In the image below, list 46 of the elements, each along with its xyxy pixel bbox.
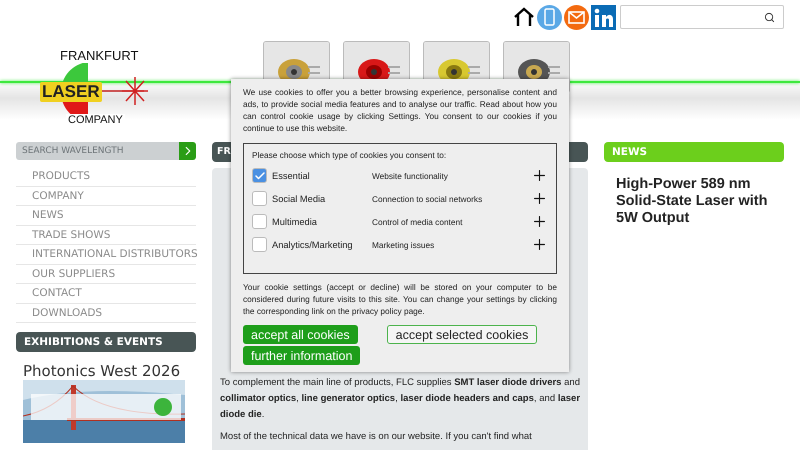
cookie-type-label: Analytics/Marketing xyxy=(272,240,354,250)
expand-icon[interactable] xyxy=(531,213,548,230)
nav-link[interactable]: NEWS xyxy=(16,206,196,226)
cookie-button[interactable]: further information xyxy=(243,346,360,365)
search-icon[interactable] xyxy=(764,12,775,22)
nav-link[interactable]: DOWNLOADS xyxy=(16,304,196,323)
cookie-type-description: Connection to social networks xyxy=(372,194,484,204)
body-paragraph: Most of the technical data we have is on our website. If you can't find what xyxy=(220,430,533,444)
cookie-checkbox[interactable] xyxy=(252,237,267,252)
events-heading: EXHIBITIONS & EVENTS xyxy=(16,332,196,352)
nav-link[interactable]: INTERNATIONAL DISTRIBUTORS xyxy=(16,245,196,264)
linkedin-icon[interactable] xyxy=(591,4,616,30)
cookie-button[interactable]: accept all cookies xyxy=(243,325,358,344)
event-title[interactable]: Photonics West 2026 xyxy=(16,352,196,380)
cookie-intro: We use cookies to offer you a better browsing experience, personalise content and ads, to provide social media features and to analyse our traffic. Read about how you can control cookie usage by clicking Settings. You consent to our cookies if you continue to use this website. xyxy=(243,86,557,134)
wavelength-search-field[interactable]: SEARCH WAVELENGTH xyxy=(16,142,179,160)
nav-link[interactable]: CONTACT xyxy=(16,284,196,304)
cookie-type-description: Website functionality xyxy=(372,170,449,180)
search-field[interactable] xyxy=(620,5,784,29)
cookie-type-description: Control of media content xyxy=(372,216,464,226)
cookie-type-label: Essential xyxy=(272,170,311,180)
expand-icon[interactable] xyxy=(531,167,548,184)
nav-link[interactable]: TRADE SHOWS xyxy=(16,226,196,245)
logo-text: LASER xyxy=(40,82,102,102)
expand-icon[interactable] xyxy=(531,236,548,253)
cookie-checkbox[interactable] xyxy=(252,214,267,229)
cookie-button[interactable]: accept selected cookies xyxy=(386,325,538,344)
search-go-button[interactable] xyxy=(179,142,196,160)
cookie-type-description: Marketing issues xyxy=(372,240,436,250)
logo-text: COMPANY xyxy=(66,114,125,126)
nav-link[interactable]: COMPANY xyxy=(16,186,196,206)
nav-link[interactable]: PRODUCTS xyxy=(16,167,196,186)
news-heading: NEWS xyxy=(604,142,784,162)
news-headline[interactable]: High-Power 589 nm Solid-State Laser with 5W Output xyxy=(604,162,784,227)
cookie-type-label: Multimedia xyxy=(272,216,318,226)
mail-icon[interactable] xyxy=(564,4,589,30)
cookie-checkbox[interactable] xyxy=(252,191,267,206)
body-paragraph: To complement the main line of products, FLC supplies SMT laser diode drivers and collimator optics, line generator optics, laser diode headers and caps, and laser diode die. xyxy=(220,376,580,422)
cookie-note: Your cookie settings (accept or decline) will be stored on your computer to be considered during future visits to this site. You can change your settings by clicking the corresponding link on the privacy policy page. xyxy=(243,281,557,317)
logo-text: FRANKFURT xyxy=(58,48,140,63)
cookie-checkbox[interactable] xyxy=(252,168,267,183)
nav-link[interactable]: OUR SUPPLIERS xyxy=(16,264,196,284)
cookie-type-label: Social Media xyxy=(272,194,326,204)
cookie-prompt: Please choose which type of cookies you consent to: xyxy=(252,149,448,161)
home-icon[interactable] xyxy=(513,7,535,27)
expand-icon[interactable] xyxy=(531,190,548,207)
